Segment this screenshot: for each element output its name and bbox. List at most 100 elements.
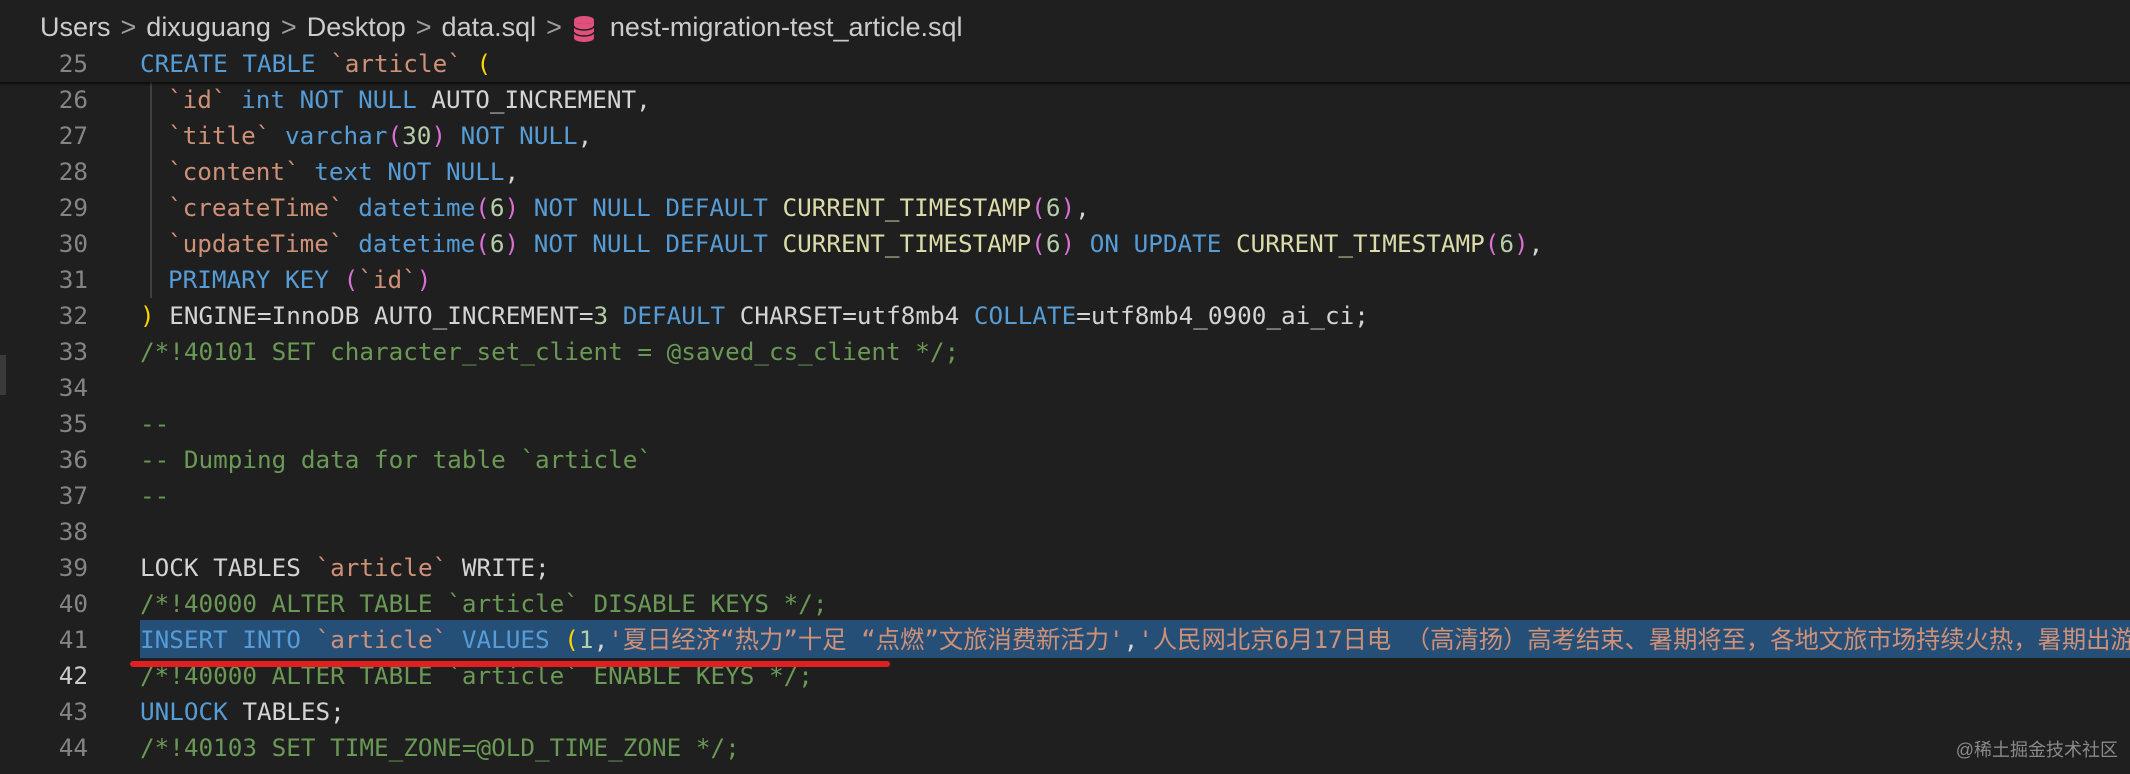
code-line[interactable]: 32) ENGINE=InnoDB AUTO_INCREMENT=3 DEFAU… xyxy=(0,298,2130,334)
token: 3 xyxy=(593,301,609,330)
token: CURRENT_TIMESTAMP xyxy=(782,229,1032,258)
token: ) xyxy=(504,229,520,258)
token: '夏日经济“热力”十足 “点燃”文旅消费新活力' xyxy=(608,625,1124,654)
code-line[interactable]: 26 `id` int NOT NULL AUTO_INCREMENT, xyxy=(0,82,2130,118)
code-line[interactable]: 39 LOCK TABLES `article` WRITE; xyxy=(0,550,2130,586)
token: int NOT NULL xyxy=(241,85,417,114)
code-text: /*!40101 SET character_set_client = @sav… xyxy=(140,334,959,370)
code-text: /*!40103 SET TIME_ZONE=@OLD_TIME_ZONE */… xyxy=(140,730,740,766)
token: datetime xyxy=(358,193,476,222)
token: /*!40101 SET character_set_client = @sav… xyxy=(140,337,960,366)
line-number: 30 xyxy=(58,229,88,258)
code-line[interactable]: 25 CREATE TABLE `article` ( xyxy=(0,46,2130,82)
token: ( xyxy=(475,229,490,258)
token: CHARSET=utf8mb4 xyxy=(725,301,974,330)
token: TABLES; xyxy=(227,697,345,726)
line-number: 26 xyxy=(58,85,88,114)
code-line[interactable]: 35 -- xyxy=(0,406,2130,442)
code-line[interactable]: 41 INSERT INTO `article` VALUES (1,'夏日经济“… xyxy=(0,620,2130,658)
code-line[interactable]: 33 /*!40101 SET character_set_client = @s… xyxy=(0,334,2130,370)
breadcrumb-item-user[interactable]: dixuguang xyxy=(146,12,271,43)
token: ( xyxy=(1031,229,1046,258)
token: ( xyxy=(475,193,490,222)
code-line[interactable]: 36 -- Dumping data for table `article` xyxy=(0,442,2130,478)
token: /*!40000 ALTER TABLE `article` DISABLE K… xyxy=(140,589,828,618)
code-line[interactable]: 34 xyxy=(0,370,2130,406)
code-text: LOCK TABLES `article` WRITE; xyxy=(140,550,550,586)
token: -- Dumping data for table `article` xyxy=(140,445,652,474)
watermark: @稀土掘金技术社区 xyxy=(1955,740,2118,760)
token: 6 xyxy=(1499,229,1514,258)
breadcrumb-separator: > xyxy=(546,11,562,42)
token: ON UPDATE xyxy=(1089,229,1222,258)
token: `article` xyxy=(315,625,448,654)
code-line[interactable]: 31 PRIMARY KEY (`id`) xyxy=(0,262,2130,298)
token: ( xyxy=(1031,193,1046,222)
breadcrumb-item-desktop[interactable]: Desktop xyxy=(307,12,406,43)
token: ) xyxy=(416,265,432,294)
breadcrumb-separator: > xyxy=(120,11,137,42)
line-number: 37 xyxy=(58,481,88,510)
token: `id` xyxy=(358,265,417,294)
token: ) xyxy=(1060,193,1076,222)
code-text: INSERT INTO `article` VALUES (1,'夏日经济“热力… xyxy=(140,622,2130,658)
database-icon xyxy=(572,15,596,43)
token: 30 xyxy=(402,121,432,150)
code-line[interactable]: 27 `title` varchar(30) NOT NULL, xyxy=(0,118,2130,154)
token: , xyxy=(593,625,609,654)
code-text: `content` text NOT NULL, xyxy=(168,154,519,190)
token: 1 xyxy=(578,625,594,654)
line-number: 38 xyxy=(58,517,88,546)
line-number: 41 xyxy=(58,625,88,654)
code-line[interactable]: 28 `content` text NOT NULL, xyxy=(0,154,2130,190)
token: `id` xyxy=(168,85,227,114)
token: INSERT INTO xyxy=(140,625,301,654)
token: 6 xyxy=(489,193,505,222)
token: NOT NULL xyxy=(460,121,578,150)
token: `title` xyxy=(168,121,271,150)
code-text: CREATE TABLE `article` ( xyxy=(140,46,491,82)
breadcrumb-item-users[interactable]: Users xyxy=(40,12,111,43)
token: text NOT NULL xyxy=(314,157,505,186)
token: -- xyxy=(140,481,170,510)
token: , xyxy=(577,121,593,150)
code-text: -- xyxy=(140,478,169,514)
code-text: -- xyxy=(140,406,169,442)
token: UNLOCK xyxy=(140,697,228,726)
line-number: 44 xyxy=(58,733,88,762)
code-line[interactable]: 40 /*!40000 ALTER TABLE `article` DISABLE… xyxy=(0,586,2130,622)
line-number: 36 xyxy=(58,445,88,474)
token: ) xyxy=(504,193,520,222)
line-number: 35 xyxy=(58,409,88,438)
code-text: `title` varchar(30) NOT NULL, xyxy=(168,118,592,154)
token: `updateTime` xyxy=(168,229,344,258)
code-line[interactable]: 43 UNLOCK TABLES; xyxy=(0,694,2130,730)
code-line[interactable]: 38 xyxy=(0,514,2130,550)
line-number: 27 xyxy=(58,121,88,150)
token: ) xyxy=(1514,229,1529,258)
token: ) xyxy=(431,121,446,150)
token: ) xyxy=(1060,229,1076,258)
code-line[interactable]: 30 `updateTime` datetime(6) NOT NULL DEFA… xyxy=(0,226,2130,262)
line-number: 40 xyxy=(58,589,88,618)
token: -- xyxy=(140,409,170,438)
breadcrumb-file[interactable]: nest-migration-test_article.sql xyxy=(610,12,963,43)
line-number: 29 xyxy=(58,193,88,222)
breadcrumb-item-folder[interactable]: data.sql xyxy=(442,12,537,43)
token: ( xyxy=(564,625,579,654)
code-line[interactable]: 44 /*!40103 SET TIME_ZONE=@OLD_TIME_ZONE … xyxy=(0,730,2130,766)
token: ) xyxy=(140,301,155,330)
code-line[interactable]: 37 -- xyxy=(0,478,2130,514)
annotation-underline xyxy=(130,661,890,667)
token: NOT NULL DEFAULT xyxy=(533,193,768,222)
code-line[interactable]: 29 `createTime` datetime(6) NOT NULL DEFA… xyxy=(0,190,2130,226)
